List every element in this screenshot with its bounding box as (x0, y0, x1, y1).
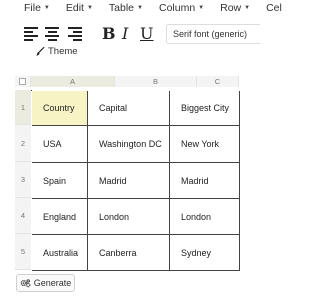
chevron-down-icon: ▼ (43, 5, 50, 11)
cell-a4[interactable]: England (32, 199, 88, 235)
grid-corner (15, 76, 31, 87)
column-header-b[interactable]: B (115, 76, 197, 87)
generate-label: Generate (33, 278, 72, 288)
align-right-icon[interactable] (68, 27, 82, 41)
menu-table-label: Table (108, 2, 135, 14)
menu-file[interactable]: File ▼ (24, 2, 50, 14)
brush-icon (36, 47, 45, 56)
menubar: File ▼ Edit ▼ Table ▼ Column ▼ Row ▼ Cel (0, 0, 282, 16)
bold-button[interactable]: B (102, 24, 116, 43)
menu-row[interactable]: Row ▼ (220, 2, 250, 14)
menu-cell-label: Cel (266, 2, 282, 14)
cell-a2[interactable]: USA (32, 126, 88, 163)
table-body: Country Capital Biggest City USA Washing… (31, 90, 240, 271)
cell-c4[interactable]: London (170, 199, 240, 235)
cell-b1[interactable]: Capital (88, 91, 170, 126)
row-header-2[interactable]: 2 (15, 125, 31, 162)
cell-b5[interactable]: Canberra (88, 235, 170, 271)
cell-a5[interactable]: Australia (32, 235, 88, 271)
cell-c5[interactable]: Sydney (170, 235, 240, 271)
align-center-icon[interactable] (45, 27, 59, 41)
cell-b4[interactable]: London (88, 199, 170, 235)
menu-cell[interactable]: Cel (266, 2, 282, 14)
chevron-down-icon: ▼ (244, 5, 251, 11)
menu-column[interactable]: Column ▼ (159, 2, 204, 14)
theme-button[interactable]: Theme (36, 46, 78, 57)
row-header-5[interactable]: 5 (15, 234, 31, 270)
toolbar: B I U Serif font (generic) Theme (0, 20, 260, 62)
row-header-3[interactable]: 3 (15, 162, 31, 198)
chevron-down-icon: ▼ (86, 5, 93, 11)
generate-button[interactable]: Generate (16, 274, 75, 292)
theme-label: Theme (48, 46, 78, 57)
font-family-select[interactable]: Serif font (generic) (166, 24, 260, 44)
menu-file-label: File (24, 2, 41, 14)
cell-a3[interactable]: Spain (32, 163, 88, 199)
column-header-c[interactable]: C (197, 76, 239, 87)
cell-c1[interactable]: Biggest City (170, 91, 240, 126)
align-left-icon[interactable] (24, 27, 38, 41)
menu-column-label: Column (158, 2, 196, 14)
underline-button[interactable]: U (140, 24, 153, 43)
menu-edit[interactable]: Edit ▼ (66, 2, 93, 14)
row-header-1[interactable]: 1 (15, 90, 31, 125)
gears-icon (20, 278, 31, 287)
select-all-checkbox[interactable] (19, 78, 26, 85)
chevron-down-icon: ▼ (198, 5, 205, 11)
cell-c3[interactable]: Madrid (170, 163, 240, 199)
row-header-4[interactable]: 4 (15, 198, 31, 234)
italic-button[interactable]: I (122, 24, 128, 43)
column-header-a[interactable]: A (31, 76, 115, 87)
cell-c2[interactable]: New York (170, 126, 240, 163)
menu-edit-label: Edit (65, 2, 84, 14)
chevron-down-icon: ▼ (137, 5, 143, 11)
menu-table[interactable]: Table ▼ (109, 2, 143, 14)
cell-b3[interactable]: Madrid (88, 163, 170, 199)
cell-a1[interactable]: Country (32, 91, 88, 126)
cell-b2[interactable]: Washington DC (88, 126, 170, 163)
menu-row-label: Row (220, 2, 242, 14)
